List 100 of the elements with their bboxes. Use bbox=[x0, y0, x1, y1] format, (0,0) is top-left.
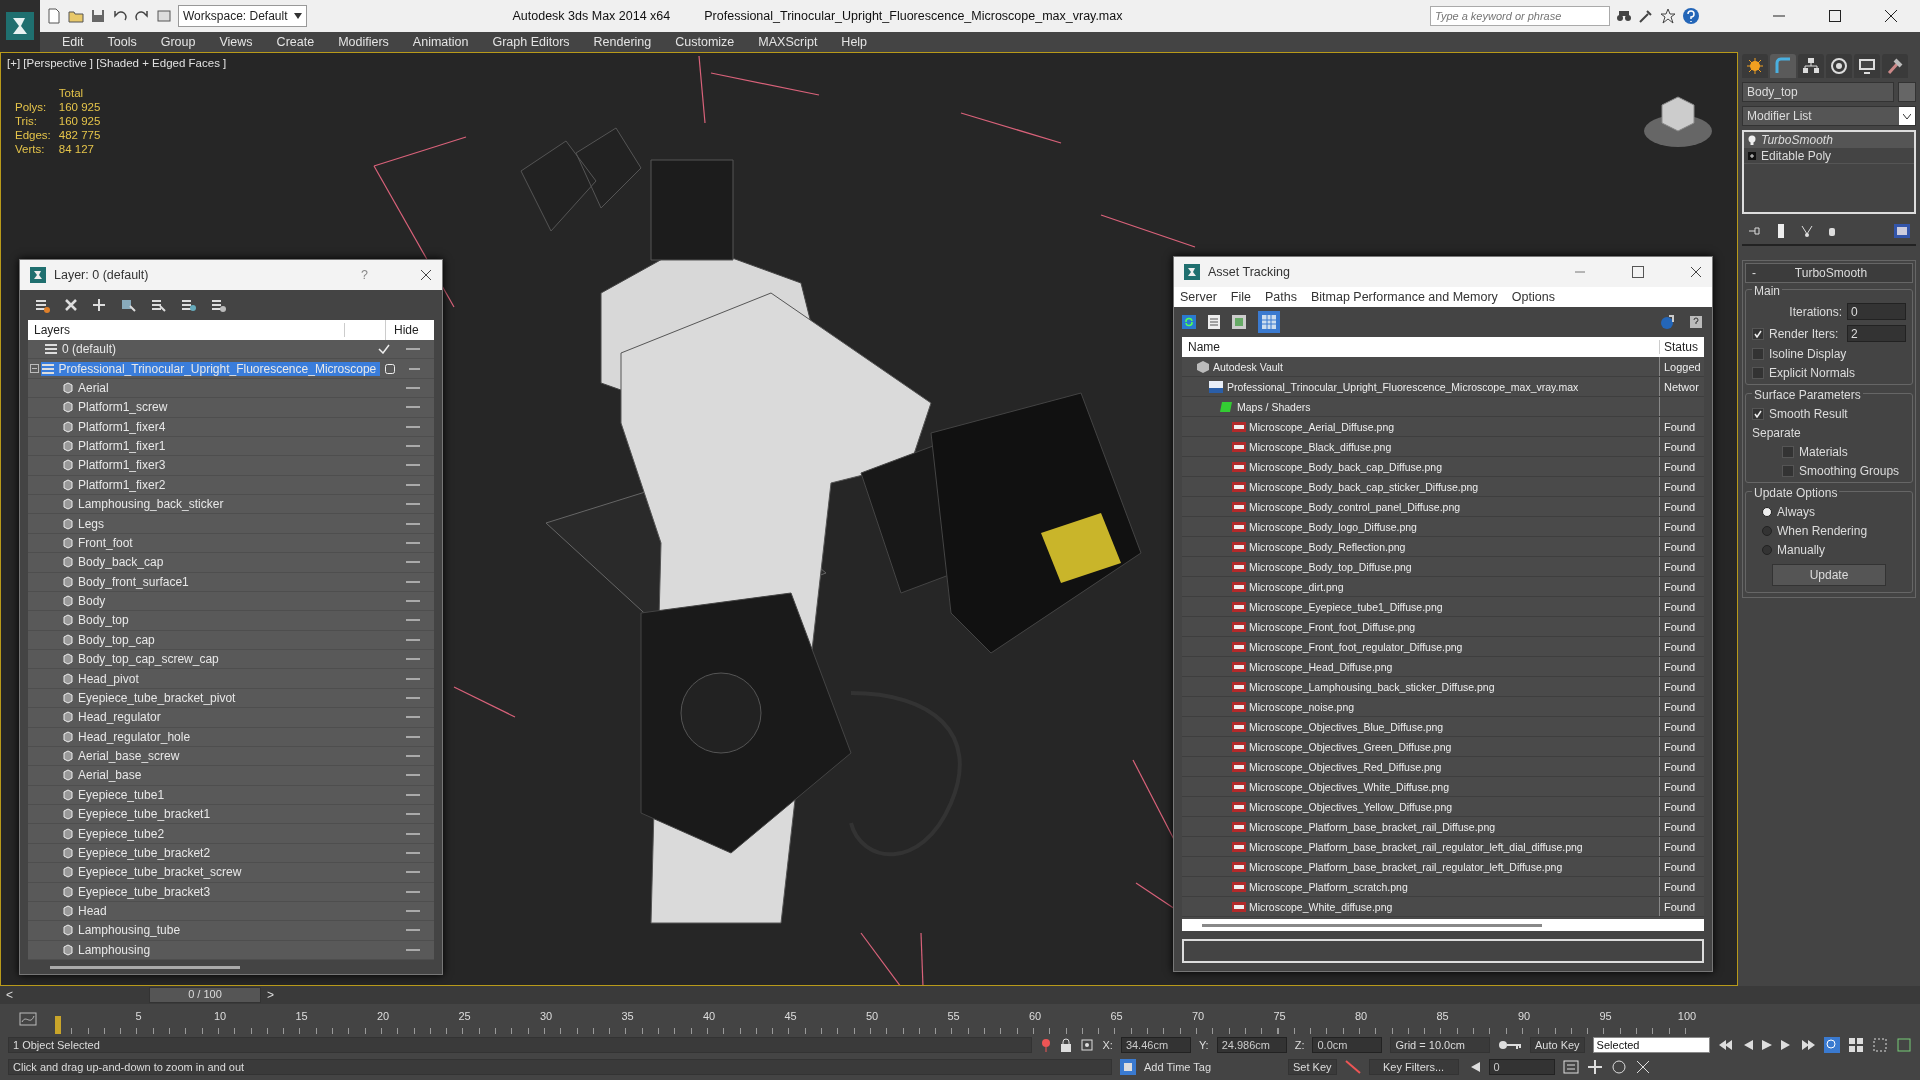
workspace-dropdown[interactable]: Workspace: Default bbox=[178, 5, 307, 27]
coordinate-field[interactable]: 0.0cm bbox=[1312, 1037, 1383, 1053]
checkbox-label[interactable]: Materials bbox=[1799, 445, 1848, 459]
hide-toggle[interactable] bbox=[406, 561, 420, 564]
hide-toggle[interactable] bbox=[406, 406, 420, 409]
asset-name[interactable]: Microscope_Eyepiece_tube1_Diffuse.png bbox=[1249, 600, 1443, 613]
asset-name[interactable]: Microscope_Body_control_panel_Diffuse.png bbox=[1249, 500, 1461, 513]
object-name-field[interactable]: Body_top bbox=[1742, 82, 1894, 102]
hide-toggle[interactable] bbox=[406, 386, 420, 389]
go-to-start-icon[interactable] bbox=[1718, 1040, 1732, 1050]
object-item[interactable]: Body_front_surface1 bbox=[62, 574, 193, 589]
hide-toggle[interactable] bbox=[406, 464, 420, 467]
asset-name[interactable]: Microscope_Lamphousing_back_sticker_Diffuse.png bbox=[1249, 680, 1495, 693]
hide-toggle[interactable] bbox=[406, 638, 420, 641]
asset-name[interactable]: Microscope_Objectives_Yellow_Diffuse.png bbox=[1249, 800, 1453, 813]
asset-name[interactable]: Microscope_Black_diffuse.png bbox=[1249, 440, 1392, 453]
object-item[interactable]: Eyepiece_tube2 bbox=[62, 826, 169, 841]
asset-name[interactable]: Microscope_Objectives_Blue_Diffuse.png bbox=[1249, 720, 1444, 733]
asset-name[interactable]: Microscope_Platform_base_bracket_rail_regulator_left_Diffuse.png bbox=[1249, 860, 1563, 873]
save-icon[interactable] bbox=[90, 8, 106, 24]
hide-toggle[interactable] bbox=[406, 813, 420, 816]
table-view-icon[interactable] bbox=[1258, 311, 1280, 333]
app-logo-icon[interactable] bbox=[5, 11, 35, 41]
menu-item[interactable]: Bitmap Performance and Memory bbox=[1310, 290, 1498, 304]
zoom-icon[interactable] bbox=[1824, 1037, 1840, 1053]
object-item[interactable]: Head_pivot bbox=[62, 671, 143, 686]
column-header[interactable]: Hide bbox=[386, 323, 434, 337]
hide-toggle[interactable] bbox=[406, 735, 420, 738]
checkmark-icon[interactable] bbox=[378, 344, 390, 355]
checkbox[interactable] bbox=[1752, 408, 1764, 420]
menu-item[interactable]: Modifiers bbox=[326, 35, 401, 49]
color-swatch[interactable] bbox=[1898, 82, 1916, 102]
thumbnail-view-icon[interactable] bbox=[1232, 315, 1246, 329]
asset-name[interactable]: Microscope_Body_back_cap_sticker_Diffuse.png bbox=[1249, 480, 1479, 493]
close-icon[interactable] bbox=[420, 269, 432, 281]
object-item[interactable]: Eyepiece_tube_bracket3 bbox=[62, 884, 215, 899]
object-item[interactable]: Platform1_fixer1 bbox=[62, 439, 170, 454]
rollout-header[interactable]: - TurboSmooth bbox=[1745, 263, 1913, 283]
asset-name[interactable]: Microscope_Platform_base_bracket_rail_Diffuse.png bbox=[1249, 820, 1496, 833]
hide-toggle[interactable] bbox=[406, 948, 420, 951]
hide-toggle[interactable] bbox=[406, 522, 420, 525]
checkbox-icon[interactable] bbox=[384, 363, 395, 374]
menu-item[interactable]: Server bbox=[1180, 290, 1217, 304]
time-slider-thumb[interactable]: 0 / 100 bbox=[149, 987, 261, 1003]
maximize-icon[interactable] bbox=[1828, 9, 1842, 23]
star-icon[interactable] bbox=[1660, 8, 1676, 24]
object-item[interactable]: Platform1_fixer3 bbox=[62, 458, 170, 473]
asset-name[interactable]: Microscope_Front_foot_regulator_Diffuse.png bbox=[1249, 640, 1463, 653]
isolate-icon[interactable] bbox=[1040, 1038, 1053, 1052]
column-header[interactable]: Status bbox=[1660, 340, 1704, 354]
hide-toggle[interactable] bbox=[406, 716, 420, 719]
orbit-icon[interactable] bbox=[1610, 1059, 1627, 1075]
menu-item[interactable]: Views bbox=[207, 35, 265, 49]
object-item[interactable]: Lamphousing bbox=[62, 942, 155, 957]
object-item[interactable]: Aerial_base bbox=[62, 768, 146, 783]
menu-item[interactable]: File bbox=[1230, 290, 1251, 304]
radio-button[interactable] bbox=[1762, 545, 1772, 555]
scrollbar-thumb[interactable] bbox=[50, 965, 240, 969]
radio-label[interactable]: Manually bbox=[1777, 543, 1826, 557]
coordinate-field[interactable]: 34.46cm bbox=[1120, 1037, 1191, 1053]
object-item[interactable]: Body_top_cap bbox=[62, 632, 159, 647]
key-mode-dropdown[interactable]: Selected bbox=[1592, 1037, 1710, 1053]
menu-item[interactable]: Rendering bbox=[581, 35, 664, 49]
hide-toggle[interactable] bbox=[406, 600, 420, 603]
hide-toggle[interactable] bbox=[406, 677, 420, 680]
menu-item[interactable]: Paths bbox=[1265, 290, 1297, 304]
object-item[interactable]: Eyepiece_tube1 bbox=[62, 787, 169, 802]
panel-tab[interactable] bbox=[1742, 54, 1768, 78]
asset-name[interactable]: Microscope_Front_foot_Diffuse.png bbox=[1249, 620, 1416, 633]
play-icon[interactable] bbox=[1762, 1040, 1772, 1050]
column-header[interactable]: Name bbox=[1182, 340, 1660, 354]
iterations-spinner[interactable]: 0 bbox=[1847, 303, 1906, 320]
radio-button[interactable] bbox=[1762, 507, 1772, 517]
path-field[interactable] bbox=[1182, 939, 1704, 963]
column-header[interactable]: Layers bbox=[28, 323, 345, 337]
menu-item[interactable]: Create bbox=[264, 35, 327, 49]
asset-name[interactable]: Microscope_Head_Diffuse.png bbox=[1249, 660, 1393, 673]
set-key-button[interactable]: Set Key bbox=[1288, 1059, 1337, 1075]
modifier-item[interactable]: TurboSmooth bbox=[1744, 132, 1914, 148]
key-tools-icon[interactable] bbox=[1638, 8, 1654, 24]
context-help-icon[interactable] bbox=[1688, 314, 1704, 330]
scrollbar-thumb[interactable] bbox=[1202, 923, 1542, 927]
object-item[interactable]: Head_regulator bbox=[62, 710, 165, 725]
configure-sets-icon[interactable] bbox=[1894, 224, 1910, 238]
asset-name[interactable]: Maps / Shaders bbox=[1237, 400, 1311, 413]
hide-toggle[interactable] bbox=[406, 619, 420, 622]
hide-toggle[interactable] bbox=[409, 367, 420, 370]
object-item[interactable]: Aerial_base_screw bbox=[62, 749, 184, 764]
checkbox-label[interactable]: Smoothing Groups bbox=[1799, 464, 1900, 478]
object-item[interactable]: Head_regulator_hole bbox=[62, 729, 195, 744]
panel-tab[interactable] bbox=[1826, 54, 1852, 78]
checkbox-label[interactable]: Isoline Display bbox=[1769, 347, 1847, 361]
close-icon[interactable] bbox=[1690, 266, 1702, 278]
hide-toggle[interactable] bbox=[406, 851, 420, 854]
menu-item[interactable]: MAXScript bbox=[746, 35, 830, 49]
time-config-icon[interactable] bbox=[1562, 1060, 1579, 1074]
asset-name[interactable]: Microscope_Objectives_White_Diffuse.png bbox=[1249, 780, 1449, 793]
hide-toggle[interactable] bbox=[406, 503, 420, 506]
help-icon[interactable] bbox=[1660, 314, 1676, 330]
asset-name[interactable]: Microscope_Platform_base_bracket_rail_regulator_left_dial_diffuse.png bbox=[1249, 840, 1583, 853]
